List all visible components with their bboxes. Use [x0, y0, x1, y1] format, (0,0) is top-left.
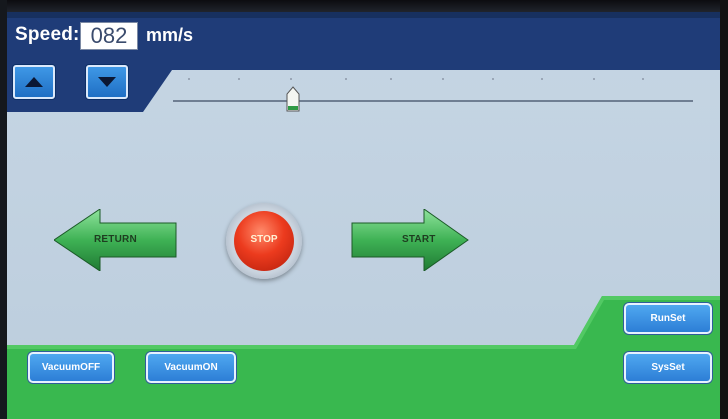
speed-down-button[interactable] — [86, 65, 128, 99]
slider-tick — [188, 78, 190, 80]
speed-value-field[interactable]: 082 — [80, 22, 138, 50]
slider-tick — [238, 78, 240, 80]
return-label: RETURN — [94, 234, 137, 245]
speed-unit: mm/s — [146, 25, 194, 45]
runset-button[interactable]: RunSet — [624, 303, 712, 334]
slider-tick — [541, 78, 543, 80]
stop-button[interactable]: STOP — [226, 203, 302, 279]
speed-label: Speed: — [15, 24, 80, 45]
slider-tick — [390, 78, 392, 80]
screen-bezel-left — [0, 0, 7, 419]
vacuum-off-button[interactable]: VacuumOFF — [28, 352, 114, 383]
hmi-screen: Speed: 082 mm/s RETURN STOP START Vacuum… — [0, 0, 728, 419]
slider-tick — [593, 78, 595, 80]
screen-bezel-right — [720, 0, 728, 419]
speed-up-button[interactable] — [13, 65, 55, 99]
slider-tick — [642, 78, 644, 80]
slider-tick — [345, 78, 347, 80]
speed-slider-handle[interactable] — [286, 86, 300, 112]
screen-bezel-top — [0, 0, 728, 12]
vacuum-on-button[interactable]: VacuumON — [146, 352, 236, 383]
slider-tick — [442, 78, 444, 80]
slider-tick — [492, 78, 494, 80]
down-triangle-icon — [98, 77, 116, 87]
up-triangle-icon — [25, 77, 43, 87]
speed-slider-track[interactable] — [173, 100, 693, 102]
stop-button-face: STOP — [234, 211, 294, 271]
stop-label: STOP — [250, 234, 278, 245]
sysset-button[interactable]: SysSet — [624, 352, 712, 383]
slider-tick — [290, 78, 292, 80]
start-label: START — [402, 234, 436, 245]
